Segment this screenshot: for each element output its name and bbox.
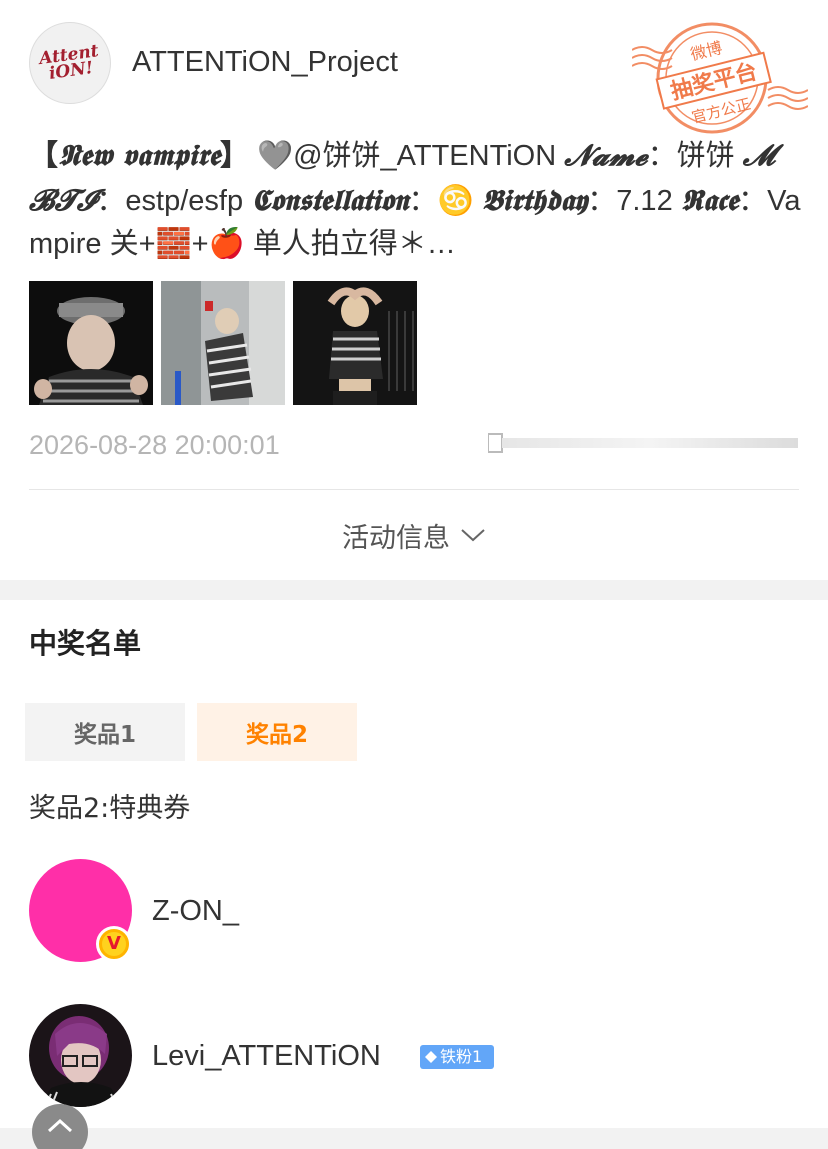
avatar-logo: Attent iON! xyxy=(37,41,100,84)
activity-info-label: 活动信息 xyxy=(342,522,450,554)
post-image[interactable] xyxy=(29,281,153,405)
post-image[interactable] xyxy=(161,281,285,405)
author-name[interactable]: ATTENTiON_Project xyxy=(132,42,398,82)
svg-text:微博: 微博 xyxy=(688,38,724,64)
post-image[interactable] xyxy=(293,281,417,405)
post-text[interactable]: 【𝕹𝖊𝖜 𝖛𝖆𝖒𝖕𝖎𝖗𝖊】 🩶@饼饼_ATTENTiON 𝓝𝓪𝓶𝓮：饼饼 𝓜𝓑𝓣… xyxy=(29,134,801,265)
winner-name[interactable]: Z-ON_ xyxy=(152,891,239,931)
verified-v-icon: V xyxy=(96,926,132,962)
lottery-platform-stamp-icon: 抽奖平台 微博 官方公正 xyxy=(632,22,808,134)
winner-item[interactable]: Levi_ATTENTiON 铁粉1 xyxy=(29,1004,799,1108)
section-separator xyxy=(0,580,828,600)
winner-item[interactable]: V Z-ON_ xyxy=(29,859,799,963)
prize-caption: 奖品2:特典券 xyxy=(29,793,191,824)
post-card: Attent iON! ATTENTiON_Project 抽奖平台 微博 官方… xyxy=(0,0,828,580)
tab-prize-1[interactable]: 奖品1 xyxy=(25,703,185,761)
post-time: 2026-08-28 20:00:01 xyxy=(29,430,280,460)
divider xyxy=(29,489,799,490)
winner-name[interactable]: Levi_ATTENTiON xyxy=(152,1036,381,1076)
prize-tabs: 奖品1 奖品2 xyxy=(25,703,357,761)
scroll-to-top-button[interactable] xyxy=(32,1104,88,1149)
tab-prize-2[interactable]: 奖品2 xyxy=(197,703,357,761)
diamond-icon xyxy=(425,1051,437,1063)
bottom-separator xyxy=(0,1128,828,1149)
image-grid xyxy=(29,281,417,405)
avatar[interactable] xyxy=(29,1004,132,1107)
chevron-up-icon xyxy=(47,1118,73,1133)
fan-level-badge: 铁粉1 xyxy=(420,1045,494,1069)
activity-info-toggle[interactable]: 活动信息 xyxy=(0,510,828,560)
author-avatar[interactable]: Attent iON! xyxy=(29,22,111,104)
source-info-blurred xyxy=(488,433,798,453)
chevron-down-icon xyxy=(461,529,485,542)
winners-title: 中奖名单 xyxy=(29,627,142,660)
